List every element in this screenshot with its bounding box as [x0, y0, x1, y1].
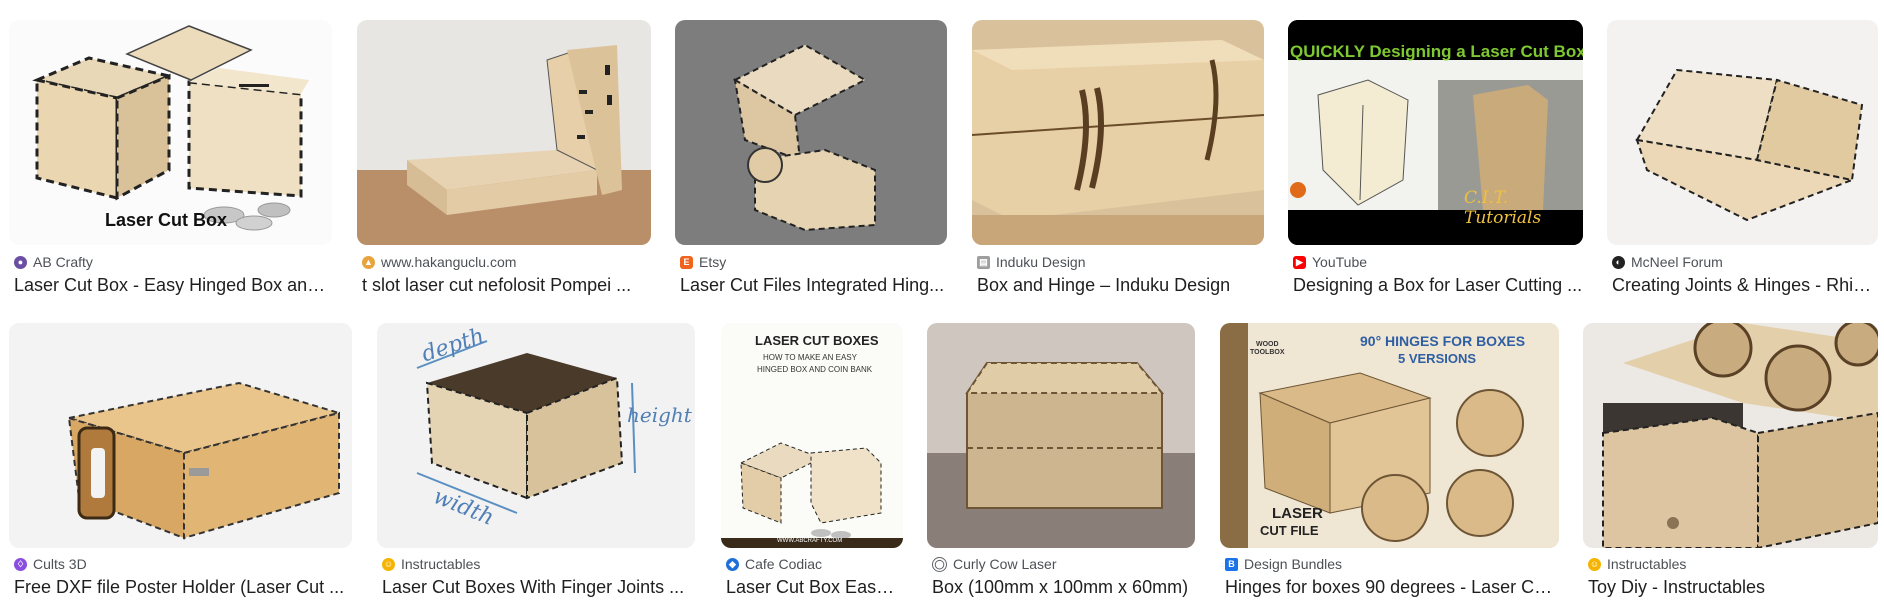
source-label: Induku Design [996, 254, 1086, 270]
result-thumbnail[interactable] [675, 20, 947, 245]
result-title[interactable]: Box and Hinge – Induku Design [977, 275, 1267, 296]
result-source[interactable]: ☺ Instructables [382, 556, 480, 572]
result-source[interactable]: ◆ Cafe Codiac [726, 556, 822, 572]
cafe-codiac-icon: ◆ [726, 557, 739, 571]
result-thumbnail[interactable] [1607, 20, 1878, 245]
cults3d-icon: ♢ [14, 557, 27, 571]
source-label: Cults 3D [33, 556, 87, 572]
brand-label: TOOLBOX [1250, 349, 1285, 356]
poster-heading: LASER CUT BOXES [755, 333, 879, 348]
thumbnail-caption: Laser Cut Box [105, 210, 228, 230]
result-source[interactable]: E Etsy [680, 254, 726, 270]
source-label: www.hakanguclu.com [381, 254, 517, 270]
result-title[interactable]: Creating Joints & Hinges - Rhin... [1612, 275, 1878, 296]
result-source[interactable]: B Design Bundles [1225, 556, 1342, 572]
result-thumbnail[interactable] [927, 323, 1195, 548]
result-thumbnail[interactable]: 90° HINGES FOR BOXES 5 VERSIONS WOOD TOO… [1220, 323, 1559, 548]
poster-subline: HINGED BOX AND COIN BANK [757, 365, 873, 374]
ab-crafty-icon: ● [14, 255, 27, 269]
result-thumbnail[interactable]: LASER CUT BOXES HOW TO MAKE AN EASY HING… [721, 323, 903, 548]
source-label: Cafe Codiac [745, 556, 823, 572]
source-label: YouTube [1312, 254, 1368, 270]
poster-heading: 90° HINGES FOR BOXES [1360, 333, 1526, 349]
source-label: AB Crafty [33, 254, 93, 270]
result-title[interactable]: Hinges for boxes 90 degrees - Laser Cu..… [1225, 577, 1559, 598]
result-thumbnail[interactable] [9, 323, 352, 548]
poster-footer: LASER [1272, 505, 1323, 522]
result-title[interactable]: Box (100mm x 100mm x 60mm) [932, 577, 1196, 598]
result-title[interactable]: Laser Cut Files Integrated Hing... [680, 275, 948, 296]
poster-subline: 5 VERSIONS [1398, 351, 1477, 366]
result-title[interactable]: Toy Diy - Instructables [1588, 577, 1878, 598]
instructables-icon: ☺ [1588, 557, 1601, 571]
source-label: Instructables [1607, 556, 1687, 572]
youtube-icon: ▶ [1293, 255, 1306, 269]
result-title[interactable]: Laser Cut Box Easy ... [726, 577, 902, 598]
result-source[interactable]: ▲ www.hakanguclu.com [362, 254, 516, 270]
source-label: McNeel Forum [1631, 254, 1723, 270]
result-title[interactable]: t slot laser cut nefolosit Pompei ... [362, 275, 652, 296]
result-title[interactable]: Laser Cut Box - Easy Hinged Box and ... [14, 275, 334, 296]
result-title[interactable]: Free DXF file Poster Holder (Laser Cut .… [14, 577, 352, 598]
induku-icon: ▤ [977, 255, 990, 269]
source-label: Curly Cow Laser [953, 556, 1057, 572]
mcneel-icon: ◐ [1612, 255, 1625, 269]
result-source[interactable]: ▤ Induku Design [977, 254, 1086, 270]
result-source[interactable]: ● AB Crafty [14, 254, 93, 270]
result-thumbnail[interactable]: Laser Cut Box [9, 20, 332, 245]
result-source[interactable]: ♢ Cults 3D [14, 556, 87, 572]
result-source[interactable]: ◐ McNeel Forum [1612, 254, 1723, 270]
brand-label: WOOD [1256, 341, 1279, 348]
dimension-label-height: height [627, 403, 692, 427]
etsy-icon: E [680, 255, 693, 269]
result-title[interactable]: Designing a Box for Laser Cutting ... [1293, 275, 1583, 296]
poster-url: WWW.ABCRAFTY.COM [777, 538, 843, 544]
video-title: QUICKLY Designing a Laser Cut Box! [1290, 42, 1583, 61]
source-label: Etsy [699, 254, 727, 270]
source-label: Instructables [401, 556, 481, 572]
design-bundles-icon: B [1225, 557, 1238, 571]
result-thumbnail[interactable]: depth height width [377, 323, 695, 548]
result-thumbnail[interactable]: QUICKLY Designing a Laser Cut Box! C.I.T… [1288, 20, 1583, 245]
video-caption: C.I.T. Tutorials [1464, 188, 1542, 228]
poster-footer: CUT FILE [1260, 523, 1319, 538]
result-thumbnail[interactable] [972, 20, 1264, 245]
poster-subline: HOW TO MAKE AN EASY [763, 353, 857, 362]
result-thumbnail[interactable] [1583, 323, 1878, 548]
result-thumbnail[interactable] [357, 20, 651, 245]
instructables-icon: ☺ [382, 557, 395, 571]
hakanguclu-icon: ▲ [362, 255, 375, 269]
result-source[interactable]: ☺ Instructables [1588, 556, 1686, 572]
result-source[interactable]: ◯ Curly Cow Laser [932, 556, 1056, 572]
result-title[interactable]: Laser Cut Boxes With Finger Joints ... [382, 577, 694, 598]
result-source[interactable]: ▶ YouTube [1293, 254, 1367, 270]
source-label: Design Bundles [1244, 556, 1343, 572]
globe-icon: ◯ [932, 556, 947, 572]
